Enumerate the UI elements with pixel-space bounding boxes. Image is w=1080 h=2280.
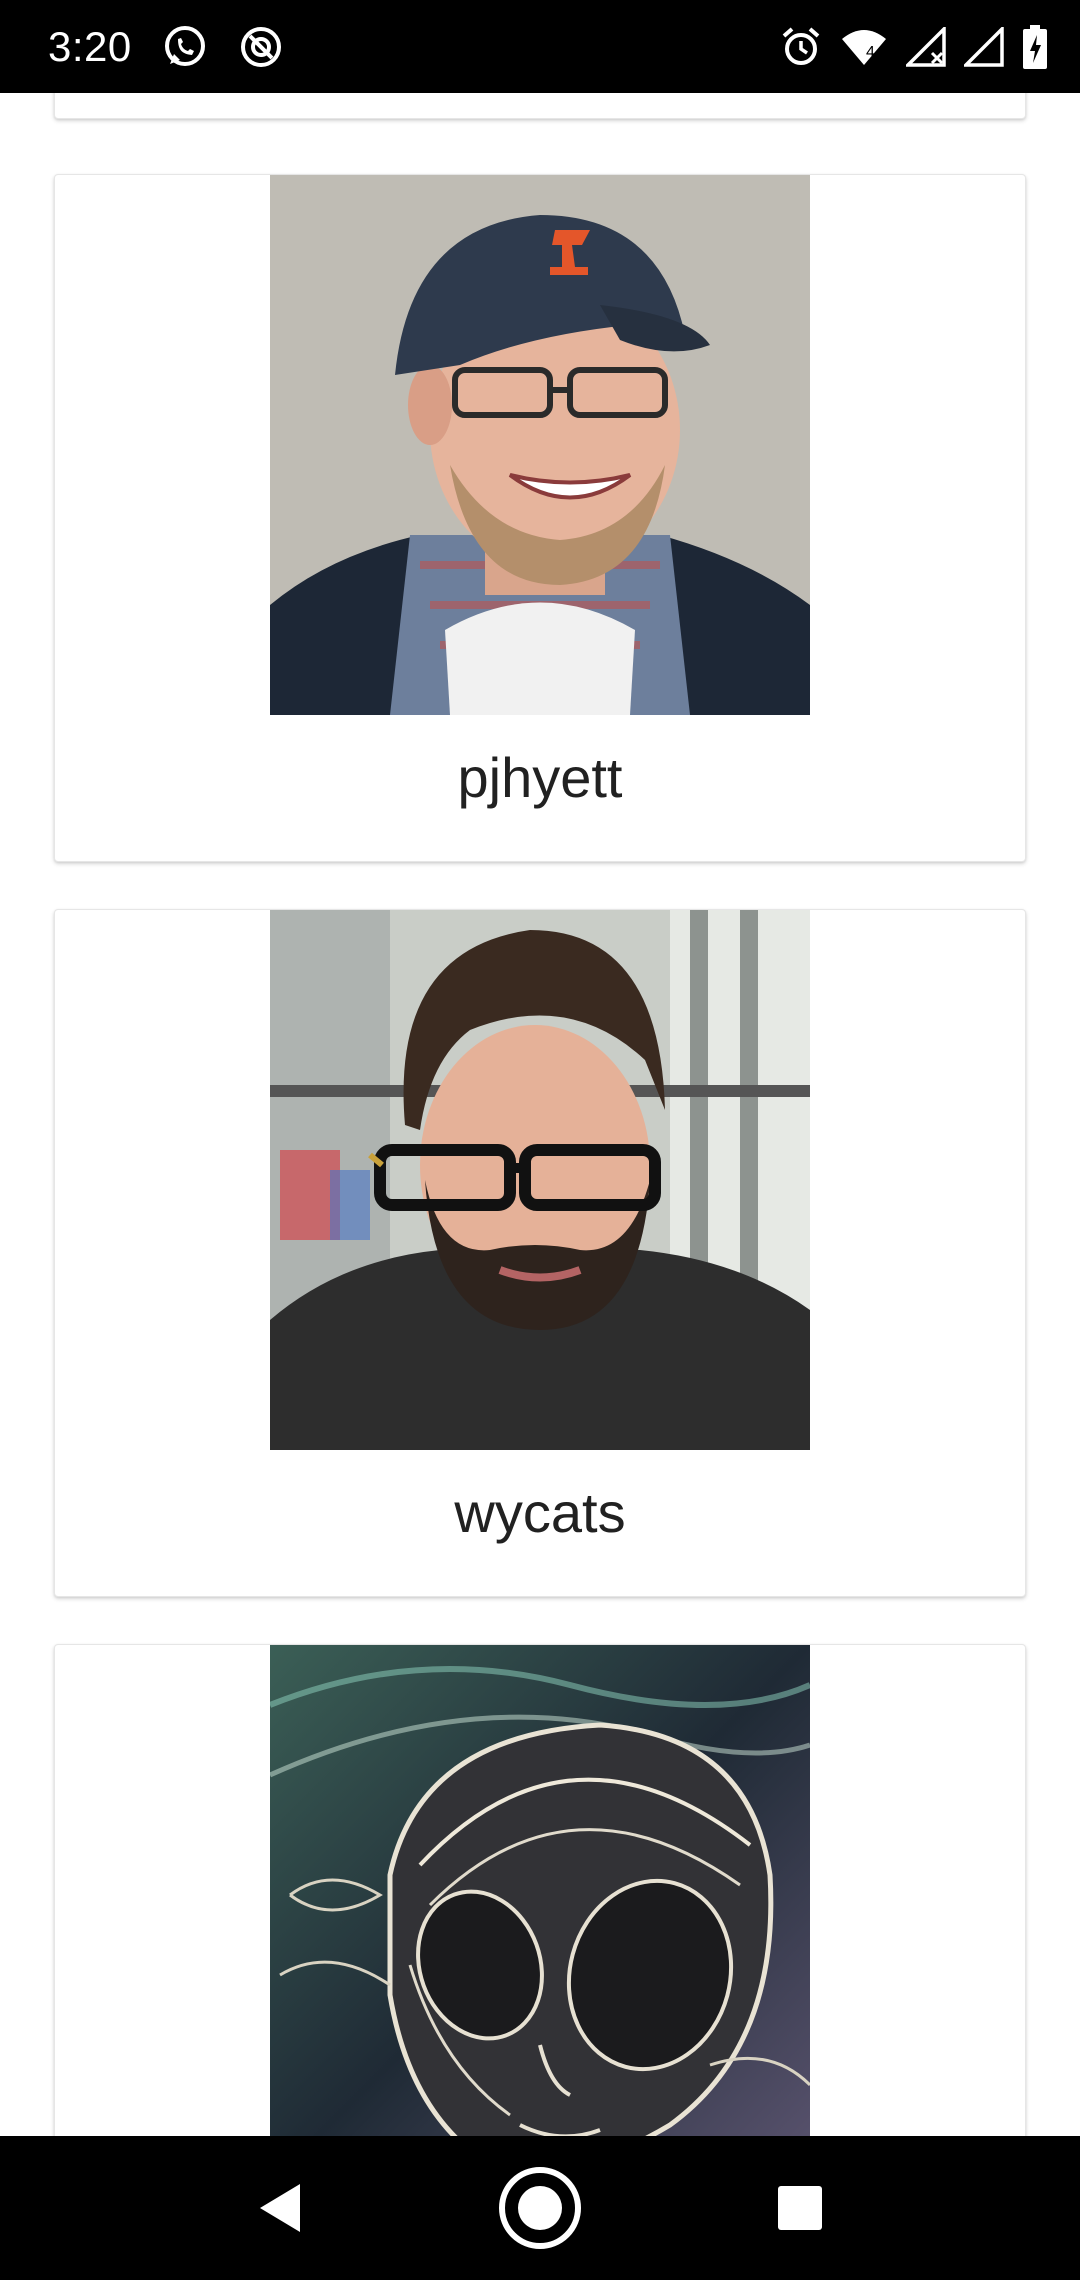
avatar bbox=[270, 175, 810, 715]
back-button[interactable] bbox=[220, 2148, 340, 2268]
wifi-icon: 4 bbox=[840, 27, 888, 67]
back-icon bbox=[260, 2184, 300, 2232]
whatsapp-icon bbox=[162, 24, 208, 70]
user-list[interactable]: pjhyett wycats bbox=[0, 93, 1080, 2136]
signal-icon bbox=[906, 26, 946, 67]
home-icon bbox=[499, 2167, 581, 2249]
navigation-bar bbox=[0, 2136, 1080, 2280]
user-card[interactable]: wycats bbox=[54, 909, 1026, 1597]
user-card[interactable]: pjhyett bbox=[54, 174, 1026, 862]
signal-icon bbox=[964, 26, 1004, 67]
status-left: 3:20 bbox=[48, 23, 284, 71]
avatar bbox=[270, 910, 810, 1450]
recents-icon bbox=[778, 2186, 822, 2230]
user-name: wycats bbox=[454, 1481, 626, 1544]
user-card[interactable] bbox=[54, 93, 1026, 119]
status-right: 4 bbox=[780, 24, 1048, 69]
alarm-icon bbox=[780, 26, 822, 68]
recents-button[interactable] bbox=[740, 2148, 860, 2268]
user-card[interactable] bbox=[54, 1644, 1026, 2136]
battery-charging-icon bbox=[1022, 24, 1048, 69]
do-not-disturb-icon bbox=[238, 24, 284, 70]
home-button[interactable] bbox=[480, 2148, 600, 2268]
status-bar: 3:20 4 bbox=[0, 0, 1080, 93]
avatar bbox=[270, 1645, 810, 2136]
svg-text:4: 4 bbox=[866, 44, 875, 61]
user-name: pjhyett bbox=[457, 746, 623, 809]
status-time: 3:20 bbox=[48, 22, 132, 70]
